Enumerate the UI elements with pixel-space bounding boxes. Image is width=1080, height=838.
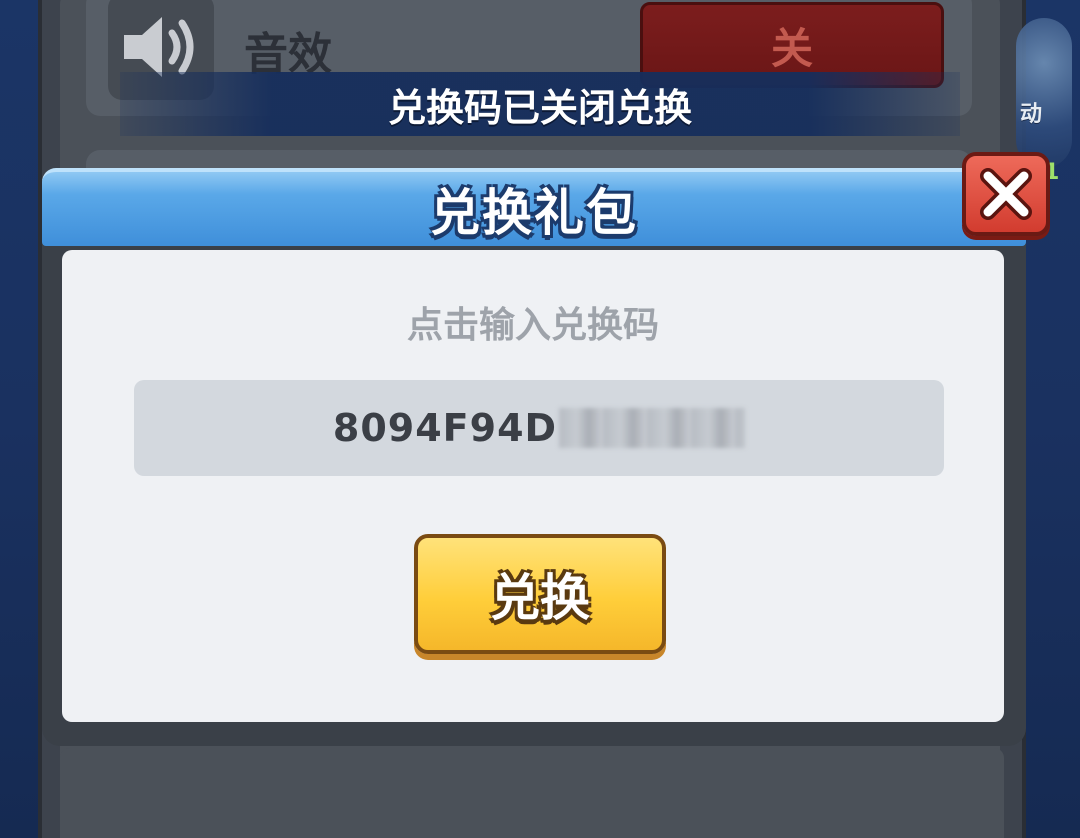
side-badge-text: 动 <box>1020 102 1043 127</box>
redeem-button[interactable]: 兑换 <box>414 534 666 654</box>
code-value: 8094F94D <box>332 406 558 450</box>
background-left <box>0 0 40 838</box>
side-avatar-icon[interactable] <box>1016 18 1072 168</box>
redeem-button-label: 兑换 <box>490 569 590 627</box>
close-button[interactable] <box>962 152 1050 236</box>
code-prompt: 点击输入兑换码 <box>406 305 659 346</box>
close-icon <box>980 168 1032 220</box>
redacted-code-mask <box>559 408 746 448</box>
toast-message: 兑换码已关闭兑换 <box>120 72 960 136</box>
redeem-code-input[interactable]: 8094F94D <box>134 380 944 476</box>
settings-lower-area <box>60 748 1004 838</box>
dialog-header: 兑换礼包 <box>42 168 1026 246</box>
dialog-title: 兑换礼包 <box>430 184 638 242</box>
